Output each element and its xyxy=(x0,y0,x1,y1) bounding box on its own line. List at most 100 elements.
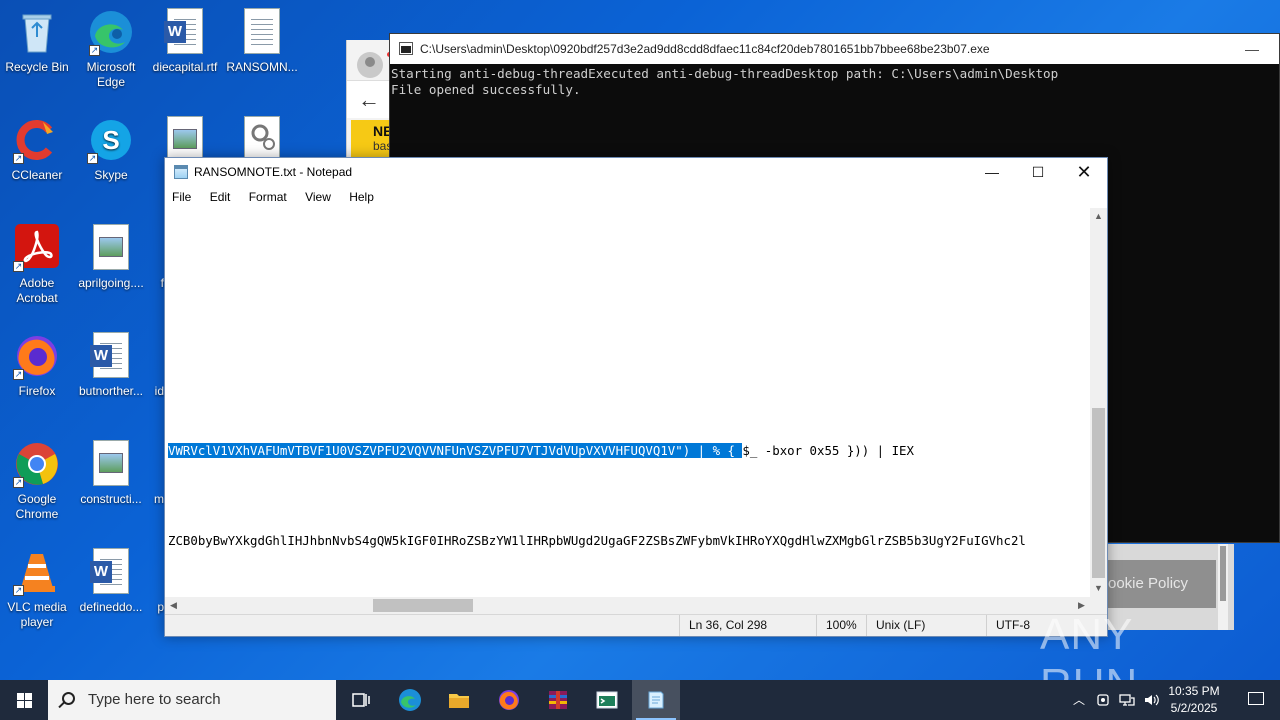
ccleaner-icon: ↗ xyxy=(13,116,61,164)
tray-device-icon[interactable] xyxy=(1093,680,1113,720)
status-bar: Ln 36, Col 298 100% Unix (LF) UTF-8 xyxy=(165,614,1107,636)
edge-icon xyxy=(399,689,421,711)
console-line: Starting anti-debug-threadExecuted anti-… xyxy=(391,66,1059,81)
vertical-scroll-thumb[interactable] xyxy=(1092,408,1105,578)
clock-date: 5/2/2025 xyxy=(1170,701,1218,715)
desktop-icon-label: id xyxy=(154,384,164,398)
console-titlebar[interactable]: C:\Users\admin\Desktop\0920bdf257d3e2ad9… xyxy=(390,34,1279,64)
desktop-icon-label: CCleaner xyxy=(11,168,63,182)
console-app-icon xyxy=(596,691,618,709)
taskbar-notepad[interactable] xyxy=(632,680,680,720)
desktop-icon-acrobat[interactable]: ↗ Adobe Acrobat xyxy=(0,224,74,306)
desktop-icon-skype[interactable]: S ↗ Skype xyxy=(74,116,148,183)
show-hidden-icons-button[interactable]: ︿ xyxy=(1068,680,1090,720)
desktop-icon-label: Google Chrome xyxy=(15,492,59,521)
network-icon[interactable] xyxy=(1116,680,1138,720)
text-line: ZCB0byBwYXkgdGhlIHJhbnNvbS4gQW5kIGF0IHRo… xyxy=(168,533,1026,548)
minimize-button[interactable]: — xyxy=(1245,34,1259,64)
console-title: C:\Users\admin\Desktop\0920bdf257d3e2ad9… xyxy=(420,42,990,56)
scroll-up-icon[interactable]: ▲ xyxy=(1090,208,1107,225)
firefox-icon: ↗ xyxy=(13,332,61,380)
chevron-up-icon: ︿ xyxy=(1072,693,1085,707)
vertical-scrollbar[interactable]: ▲ ▼ xyxy=(1090,208,1107,597)
taskbar-edge[interactable] xyxy=(386,680,434,720)
taskbar-file-explorer[interactable] xyxy=(435,680,483,720)
menu-edit[interactable]: Edit xyxy=(209,190,232,204)
menu-file[interactable]: File xyxy=(171,190,192,204)
profile-avatar-icon[interactable] xyxy=(357,52,383,78)
file-explorer-icon xyxy=(449,694,469,708)
back-arrow-icon[interactable]: ← xyxy=(347,80,391,118)
vlc-icon: ↗ xyxy=(13,548,61,596)
desktop-icon-label: p xyxy=(157,600,164,614)
notepad-icon xyxy=(174,165,188,179)
status-line-ending: Unix (LF) xyxy=(866,615,986,636)
chrome-icon: ↗ xyxy=(13,440,61,488)
console-app-icon xyxy=(399,42,413,55)
clock-time: 10:35 PM xyxy=(1168,684,1220,698)
text-line: VWRVclV1VXhVAFUmVTBVF1U0VSZVPFU2VQVVNFUn… xyxy=(168,443,914,458)
menu-view[interactable]: View xyxy=(304,190,332,204)
desktop-icon-edge[interactable]: ↗ Microsoft Edge xyxy=(74,8,148,90)
firefox-icon xyxy=(499,690,519,710)
desktop-icon-diecapital[interactable]: W diecapital.rtf xyxy=(148,8,222,75)
desktop-icon-m[interactable]: m xyxy=(124,440,164,507)
svg-text:S: S xyxy=(102,125,119,155)
volume-icon[interactable] xyxy=(1140,680,1162,720)
scroll-left-icon[interactable]: ◀ xyxy=(165,597,182,614)
start-button[interactable] xyxy=(0,680,48,720)
desktop-icon-f[interactable]: f xyxy=(124,224,164,291)
desktop-icon-recycle-bin[interactable]: Recycle Bin xyxy=(0,8,74,75)
notepad-icon xyxy=(648,691,664,709)
maximize-button[interactable]: ☐ xyxy=(1015,158,1061,186)
scroll-down-icon[interactable]: ▼ xyxy=(1090,580,1107,597)
cookie-policy-button[interactable]: ookie Policy xyxy=(1108,560,1216,608)
cookie-policy-label: ookie Policy xyxy=(1108,575,1189,592)
horizontal-scrollbar[interactable]: ◀ ▶ xyxy=(165,597,1090,614)
desktop-icon-ccleaner[interactable]: ↗ CCleaner xyxy=(0,116,74,183)
desktop-icon-id[interactable]: id xyxy=(124,332,164,399)
menu-format[interactable]: Format xyxy=(248,190,288,204)
desktop-icon-label: Microsoft Edge xyxy=(86,60,136,89)
selected-text: VWRVclV1VXhVAFUmVTBVF1U0VSZVPFU2VQVVNFUn… xyxy=(168,443,743,458)
desktop-icon-label: RANSOMN... xyxy=(226,60,298,74)
desktop-icon-p[interactable]: p xyxy=(124,548,164,615)
console-line: File opened successfully. xyxy=(391,82,581,97)
text-segment: $_ -bxor 0x55 })) | IEX xyxy=(742,443,914,458)
acrobat-icon: ↗ xyxy=(13,224,61,272)
text-editor-area[interactable]: VWRVclV1VXhVAFUmVTBVF1U0VSZVPFU2VQVVNFUn… xyxy=(165,208,1090,597)
desktop-icon-label: Adobe Acrobat xyxy=(16,276,58,305)
horizontal-scroll-thumb[interactable] xyxy=(373,599,473,612)
desktop-icon-label: Recycle Bin xyxy=(5,60,69,74)
taskbar-search[interactable]: Type here to search xyxy=(48,680,336,720)
desktop-icon-ransomnote[interactable]: RANSOMN... xyxy=(225,8,299,75)
windows-logo-icon xyxy=(17,693,32,708)
anyrun-watermark: ANY RUN xyxy=(1040,610,1240,709)
taskbar-console[interactable] xyxy=(583,680,631,720)
close-button[interactable]: ✕ xyxy=(1061,158,1107,186)
taskbar-winrar[interactable] xyxy=(534,680,582,720)
search-placeholder: Type here to search xyxy=(88,691,221,708)
taskbar-firefox[interactable] xyxy=(485,680,533,720)
minimize-button[interactable]: — xyxy=(969,158,1015,186)
desktop-icon-label: f xyxy=(160,276,164,290)
desktop-icon-chrome[interactable]: ↗ Google Chrome xyxy=(0,440,74,522)
desktop-icon-label: diecapital.rtf xyxy=(152,60,218,74)
task-view-icon xyxy=(352,693,370,707)
search-icon xyxy=(62,692,75,705)
menu-bar: File Edit Format View Help xyxy=(165,186,1107,208)
desktop-icon-vlc[interactable]: ↗ VLC media player xyxy=(0,548,74,630)
notification-icon xyxy=(1248,692,1264,705)
notepad-titlebar[interactable]: RANSOMNOTE.txt - Notepad — ☐ ✕ xyxy=(165,158,1107,186)
desktop-icon-firefox[interactable]: ↗ Firefox xyxy=(0,332,74,399)
task-view-button[interactable] xyxy=(336,680,384,720)
text-doc-icon xyxy=(238,8,286,56)
winrar-icon xyxy=(549,691,567,709)
notepad-window[interactable]: RANSOMNOTE.txt - Notepad — ☐ ✕ File Edit… xyxy=(164,157,1108,637)
notification-center-button[interactable] xyxy=(1232,680,1280,720)
menu-help[interactable]: Help xyxy=(348,190,375,204)
page-banner: NE bas xyxy=(351,120,391,160)
notepad-title: RANSOMNOTE.txt - Notepad xyxy=(194,165,353,179)
browser-window-fragment[interactable]: ← NE bas xyxy=(346,40,392,160)
system-clock[interactable]: 10:35 PM 5/2/2025 xyxy=(1160,683,1228,717)
